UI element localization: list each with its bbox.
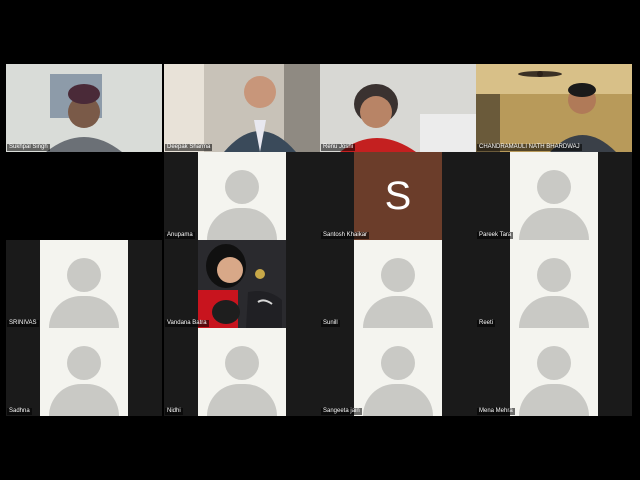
participant-name: Reeti — [477, 320, 496, 327]
participant-tile-srinivas[interactable]: SRINIVAS — [6, 240, 162, 328]
avatar-placeholder — [198, 328, 286, 416]
avatar-body-icon — [519, 296, 589, 328]
avatar-head-icon — [381, 346, 415, 380]
participant-name: Vandana Batra — [165, 320, 209, 327]
participant-video — [6, 64, 162, 152]
participant-tile-chandramauli[interactable]: CHANDRAMAULI NATH BHARDWAJ — [476, 64, 632, 152]
participant-video — [320, 64, 476, 152]
avatar-head-icon — [537, 346, 571, 380]
avatar-head-icon — [225, 346, 259, 380]
avatar-body-icon — [363, 384, 433, 416]
participant-name: Sukhpal Singh — [7, 144, 50, 151]
participant-name: Pareek Tara — [477, 232, 514, 239]
participant-tile-reeti[interactable]: Reeti — [476, 240, 632, 328]
avatar-body-icon — [519, 384, 589, 416]
participant-tile-deepak-sharma[interactable]: Deepak Sharma — [164, 64, 320, 152]
avatar-placeholder — [510, 152, 598, 240]
avatar-body-icon — [49, 296, 119, 328]
avatar-head-icon — [67, 346, 101, 380]
avatar-placeholder — [40, 240, 128, 328]
participant-name: Mena Mehra — [477, 408, 515, 415]
participant-tile-santosh-khaikar[interactable]: S Santosh Khaikar — [320, 152, 476, 240]
participant-video — [164, 64, 320, 152]
participant-name: Santosh Khaikar — [321, 232, 370, 239]
participant-tile-nidhi[interactable]: Nidhi — [164, 328, 320, 416]
avatar-initial-letter: S — [384, 174, 412, 218]
participant-tile-pareek-tara[interactable]: Pareek Tara — [476, 152, 632, 240]
participant-tile-anupama[interactable]: Anupama — [164, 152, 320, 240]
empty-tile — [6, 152, 162, 240]
avatar-placeholder — [198, 152, 286, 240]
participant-name: Deepak Sharma — [165, 144, 213, 151]
avatar-head-icon — [225, 170, 259, 204]
participant-video — [164, 240, 320, 328]
participant-name: Renu Joshi — [321, 144, 356, 151]
avatar-head-icon — [381, 258, 415, 292]
participant-name: Sangeeta jain — [321, 408, 362, 415]
participant-name: Sadhna — [7, 408, 32, 415]
avatar-body-icon — [519, 208, 589, 240]
participant-name: SRINIVAS — [7, 320, 39, 327]
participant-name: Sunill — [321, 320, 340, 327]
participant-video — [476, 64, 632, 152]
avatar-placeholder — [354, 328, 442, 416]
avatar-head-icon — [67, 258, 101, 292]
participant-tile-mena-mehra[interactable]: Mena Mehra — [476, 328, 632, 416]
participant-name: CHANDRAMAULI NATH BHARDWAJ — [477, 144, 582, 151]
participant-tile-sunill[interactable]: Sunill — [320, 240, 476, 328]
participant-tile-sadhna[interactable]: Sadhna — [6, 328, 162, 416]
video-grid: Sukhpal Singh Deepak Sharma Renu Joshi C… — [0, 0, 640, 480]
avatar-placeholder — [354, 240, 442, 328]
avatar-body-icon — [49, 384, 119, 416]
participant-tile-renu-joshi[interactable]: Renu Joshi — [320, 64, 476, 152]
participant-tile-sangeeta-jain[interactable]: Sangeeta jain — [320, 328, 476, 416]
avatar-body-icon — [207, 384, 277, 416]
avatar-head-icon — [537, 258, 571, 292]
participant-tile-vandana-batra[interactable]: Vandana Batra — [164, 240, 320, 328]
avatar-body-icon — [207, 208, 277, 240]
avatar-initial: S — [354, 152, 442, 240]
avatar-placeholder — [510, 328, 598, 416]
avatar-head-icon — [537, 170, 571, 204]
avatar-placeholder — [510, 240, 598, 328]
avatar-body-icon — [363, 296, 433, 328]
participant-name: Anupama — [165, 232, 195, 239]
participant-name: Nidhi — [165, 408, 183, 415]
avatar-placeholder — [40, 328, 128, 416]
participant-tile-sukhpal-singh[interactable]: Sukhpal Singh — [6, 64, 162, 152]
